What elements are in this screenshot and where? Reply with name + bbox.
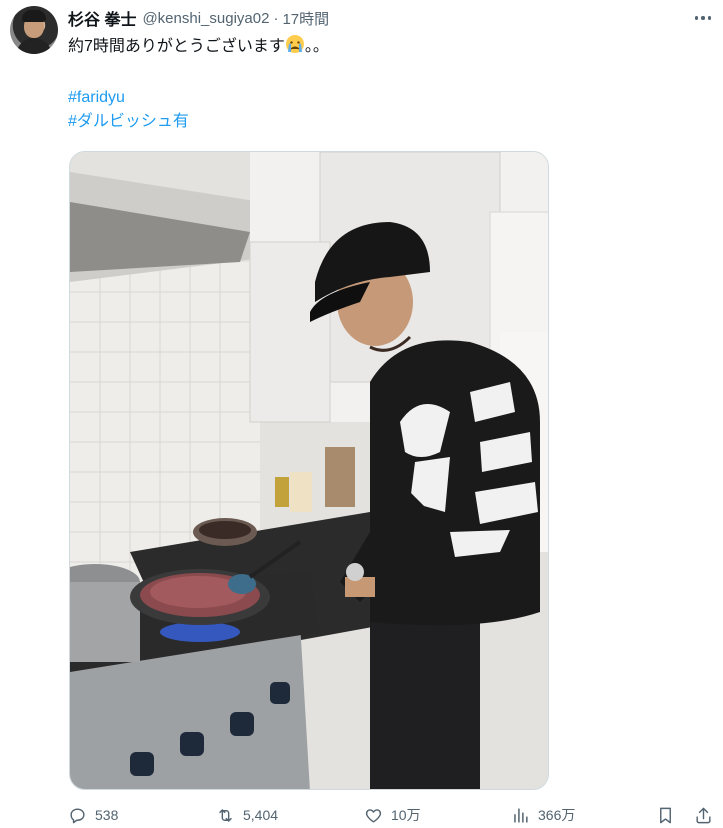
tweet-photo[interactable] <box>69 151 549 790</box>
tweet-header: 杉谷 拳士 @kenshi_sugiya02 · 17時間 <box>68 6 329 30</box>
separator-dot: · <box>273 9 279 27</box>
photo-illustration <box>70 152 548 789</box>
avatar-hair <box>22 10 46 22</box>
hashtag-link[interactable]: #ダルビッシュ有 <box>68 110 189 134</box>
tweet-text: 約7時間ありがとうございます 。。 <box>68 34 329 59</box>
tweet-body: 約7時間ありがとうございます <box>68 38 285 55</box>
reply-button[interactable]: 538 <box>68 804 118 826</box>
retweet-icon <box>219 808 232 822</box>
tweet: 杉谷 拳士 @kenshi_sugiya02 · 17時間 約7時間ありがとうご… <box>0 0 723 828</box>
share-icon <box>696 807 711 823</box>
like-button[interactable]: 10万 <box>364 804 421 826</box>
share-button[interactable] <box>694 804 713 826</box>
reply-count: 538 <box>95 807 119 823</box>
like-count: 10万 <box>391 807 421 823</box>
action-bar: 538 5,404 10万 366万 <box>68 804 718 826</box>
retweet-button[interactable]: 5,404 <box>216 804 278 826</box>
bookmark-icon <box>660 807 671 823</box>
more-options-icon[interactable] <box>692 10 714 26</box>
retweet-count: 5,404 <box>243 807 279 823</box>
handle[interactable]: @kenshi_sugiya02 <box>142 10 269 27</box>
bookmark-button[interactable] <box>656 804 675 826</box>
timestamp[interactable]: 17時間 <box>282 8 329 29</box>
view-count: 366万 <box>538 807 576 823</box>
reply-icon <box>70 807 85 823</box>
avatar-body <box>16 38 52 54</box>
crying-face-emoji-icon <box>285 35 304 53</box>
tweet-body-suffix: 。。 <box>304 38 329 55</box>
views-chart-icon <box>514 807 528 823</box>
hashtag-link[interactable]: #faridyu <box>68 86 125 110</box>
avatar[interactable] <box>10 6 58 54</box>
heart-icon <box>365 808 382 823</box>
views-button[interactable]: 366万 <box>511 804 575 826</box>
display-name[interactable]: 杉谷 拳士 <box>68 6 136 30</box>
